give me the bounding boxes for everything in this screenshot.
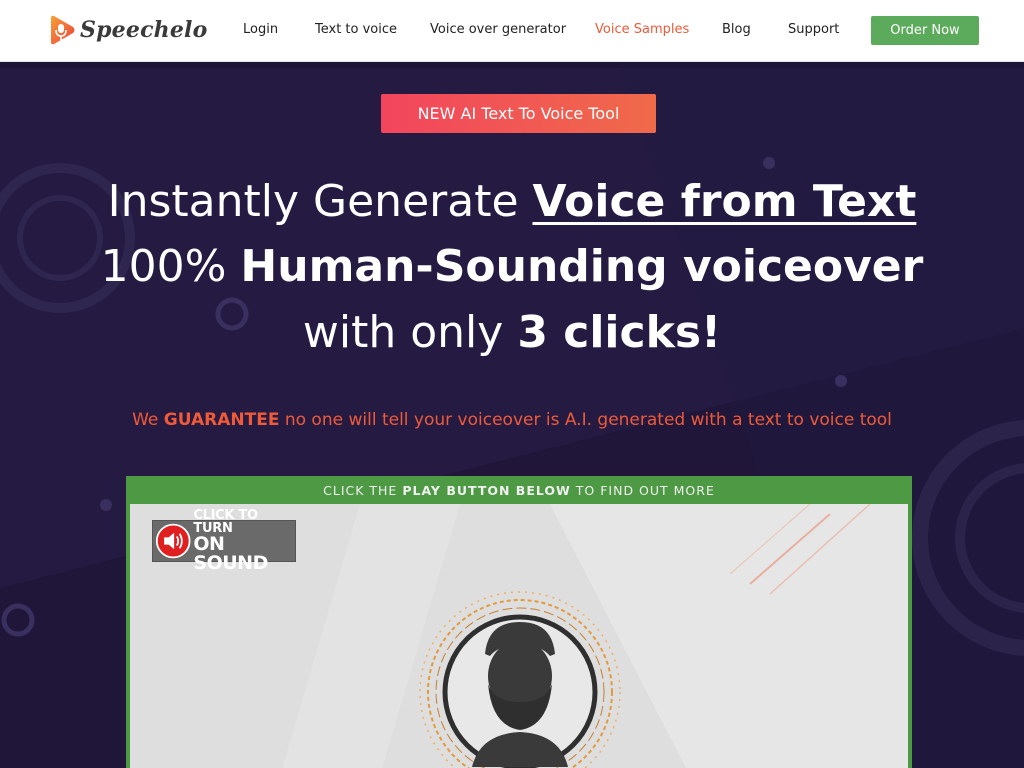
caption-suffix: TO FIND OUT MORE (575, 482, 715, 498)
site-header: Speechelo Login Text to voice Voice over… (0, 0, 1024, 62)
headline-2-emphasis: Human-Sounding voiceover (240, 241, 924, 292)
video-frame: CLICK THE PLAY BUTTON BELOW TO FIND OUT … (126, 476, 912, 768)
sound-label-line-2: ON SOUND (193, 533, 268, 574)
brand-logo[interactable]: Speechelo (48, 14, 207, 46)
headline-1-emphasis: Voice from Text (532, 176, 917, 227)
nav-support[interactable]: Support (788, 22, 839, 37)
headline-3-prefix: with only (302, 307, 518, 358)
guarantee-emphasis: GUARANTEE (163, 410, 280, 430)
speaker-icon (155, 523, 191, 559)
order-now-button[interactable]: Order Now (871, 16, 979, 45)
nav-voice-samples[interactable]: Voice Samples (595, 22, 689, 37)
sound-label: CLICK TO TURN ON SOUND (193, 509, 295, 573)
nav-voice-over-generator[interactable]: Voice over generator (430, 22, 566, 37)
guarantee-text: We GUARANTEE no one will tell your voice… (0, 410, 1024, 430)
guarantee-suffix: no one will tell your voiceover is A.I. … (279, 410, 892, 430)
headline-3-emphasis: 3 clicks! (517, 307, 722, 358)
headline-line-2: 100% Human-Sounding voiceover (0, 245, 1024, 289)
headline-1-prefix: Instantly Generate (107, 176, 533, 227)
hero-section: NEW AI Text To Voice Tool Instantly Gene… (0, 68, 1024, 768)
nav-login[interactable]: Login (243, 22, 278, 37)
brand-name: Speechelo (80, 17, 208, 43)
headline-line-1: Instantly Generate Voice from Text (0, 180, 1024, 224)
nav-text-to-voice[interactable]: Text to voice (315, 22, 397, 37)
nav-blog[interactable]: Blog (722, 22, 751, 37)
headline-line-3: with only 3 clicks! (0, 311, 1024, 355)
new-ai-tool-badge[interactable]: NEW AI Text To Voice Tool (381, 94, 656, 133)
video-player[interactable]: CLICK TO TURN ON SOUND (130, 504, 908, 768)
headline-2-prefix: 100% (100, 241, 241, 292)
caption-emphasis: PLAY BUTTON BELOW (402, 482, 571, 498)
caption-prefix: CLICK THE (323, 482, 398, 498)
video-caption: CLICK THE PLAY BUTTON BELOW TO FIND OUT … (126, 476, 912, 504)
turn-on-sound-button[interactable]: CLICK TO TURN ON SOUND (152, 509, 296, 573)
sound-label-line-1: CLICK TO TURN (193, 508, 258, 536)
avatar-icon (419, 591, 621, 768)
guarantee-prefix: We (132, 410, 164, 430)
speechelo-logo-icon (51, 15, 75, 45)
